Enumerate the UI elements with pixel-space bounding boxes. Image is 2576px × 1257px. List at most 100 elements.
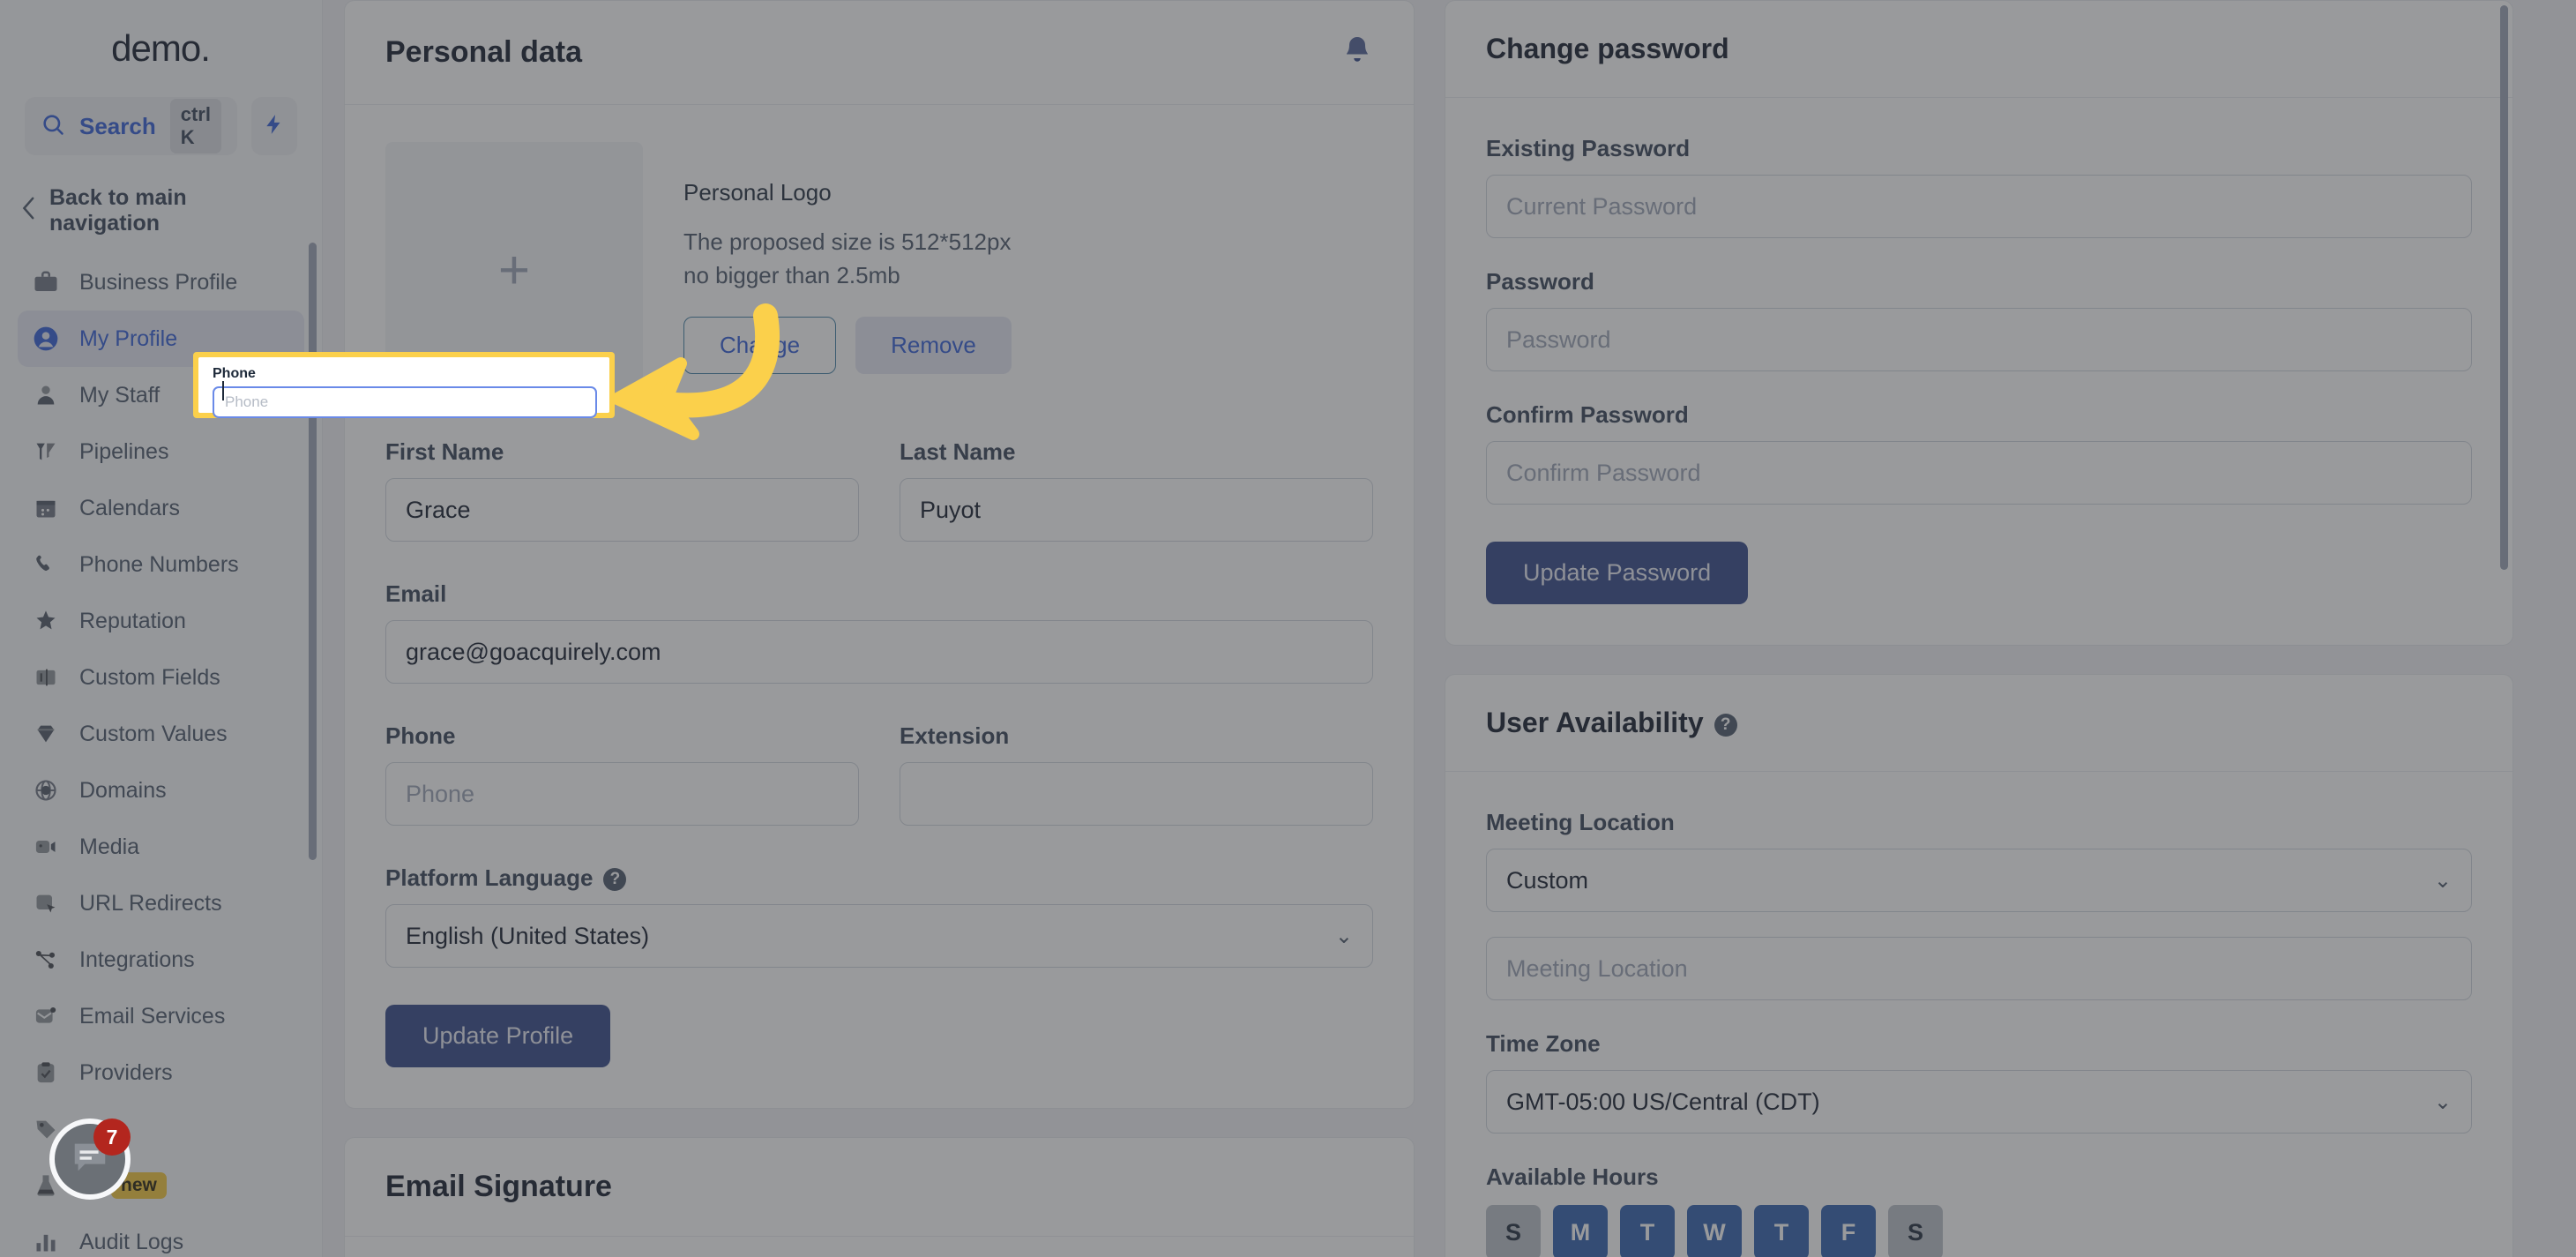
briefcase-icon bbox=[32, 268, 60, 296]
sidebar-scrollbar[interactable] bbox=[309, 243, 317, 860]
sidebar-item-integrations[interactable]: Integrations bbox=[18, 932, 304, 988]
sidebar-item-media[interactable]: Media bbox=[18, 819, 304, 875]
extension-field: Extension bbox=[900, 722, 1373, 826]
change-logo-button[interactable]: Change bbox=[683, 317, 837, 375]
existing-password-input[interactable] bbox=[1486, 175, 2472, 238]
star-icon bbox=[32, 607, 60, 635]
quick-actions-button[interactable] bbox=[250, 97, 297, 155]
brand-dot: . bbox=[200, 27, 211, 69]
platform-language-select[interactable]: English (United States) ⌄ bbox=[385, 904, 1373, 968]
sidebar-item-pipelines[interactable]: Pipelines bbox=[18, 423, 304, 480]
bell-icon[interactable] bbox=[1341, 33, 1373, 72]
person-icon bbox=[32, 381, 60, 409]
back-label: Back to main navigation bbox=[49, 185, 187, 236]
last-name-input[interactable] bbox=[900, 478, 1373, 542]
plus-icon: + bbox=[497, 240, 531, 301]
day-toggle-sunday[interactable]: S bbox=[1486, 1205, 1541, 1257]
update-password-button[interactable]: Update Password bbox=[1486, 542, 1749, 604]
brand-logo: demo. bbox=[0, 0, 322, 97]
sidebar-item-domains[interactable]: Domains bbox=[18, 762, 304, 819]
sidebar-item-providers[interactable]: Providers bbox=[18, 1044, 304, 1101]
email-input[interactable] bbox=[385, 620, 1373, 684]
confirm-password-input[interactable] bbox=[1486, 441, 2472, 505]
search-input[interactable]: Search ctrl K bbox=[25, 97, 237, 155]
search-row: Search ctrl K bbox=[0, 97, 322, 155]
left-column: Personal data + Personal Logo The propos… bbox=[344, 0, 1415, 1257]
email-signature-title: Email Signature bbox=[385, 1170, 612, 1203]
change-password-body: Existing Password Password Confirm Passw… bbox=[1445, 98, 2513, 645]
chevron-down-icon: ⌄ bbox=[1334, 924, 1353, 948]
day-toggle-tuesday[interactable]: T bbox=[1620, 1205, 1675, 1257]
sidebar-item-audit-logs[interactable]: Audit Logs bbox=[18, 1214, 304, 1257]
phone-input-focused[interactable] bbox=[213, 386, 597, 418]
phone-field: Phone bbox=[385, 722, 859, 826]
chat-unread-badge: 7 bbox=[93, 1119, 131, 1156]
help-icon[interactable]: ? bbox=[603, 868, 627, 892]
sidebar-item-custom-fields[interactable]: Custom Fields bbox=[18, 649, 304, 706]
sidebar-item-reputation[interactable]: Reputation bbox=[18, 593, 304, 649]
extension-input[interactable] bbox=[900, 762, 1373, 826]
phone-input[interactable] bbox=[385, 762, 859, 826]
time-zone-label: Time Zone bbox=[1486, 1030, 1601, 1057]
sidebar-item-label: URL Redirects bbox=[79, 890, 222, 916]
update-profile-button[interactable]: Update Profile bbox=[385, 1005, 611, 1067]
sidebar-item-label: Reputation bbox=[79, 608, 186, 633]
platform-language-row: Platform Language? English (United State… bbox=[385, 864, 1373, 968]
back-to-main-navigation[interactable]: Back to main navigation bbox=[0, 155, 322, 249]
new-password-label: Password bbox=[1486, 268, 1594, 295]
field-icon bbox=[32, 663, 60, 692]
search-label: Search bbox=[79, 112, 156, 139]
day-toggle-thursday[interactable]: T bbox=[1754, 1205, 1809, 1257]
sidebar-item-label: My Staff bbox=[79, 382, 161, 408]
sidebar-item-label: Media bbox=[79, 834, 140, 859]
personal-data-body: + Personal Logo The proposed size is 512… bbox=[345, 105, 1414, 1108]
sidebar-item-email-services[interactable]: Email Services bbox=[18, 988, 304, 1044]
sidebar-item-phone-numbers[interactable]: Phone Numbers bbox=[18, 536, 304, 593]
sidebar-item-label: Pipelines bbox=[79, 438, 169, 464]
page-scrollbar[interactable] bbox=[2500, 5, 2508, 570]
phone-label: Phone bbox=[385, 722, 456, 749]
first-name-input[interactable] bbox=[385, 478, 859, 542]
sidebar-item-label: Calendars bbox=[79, 495, 180, 520]
phone-label-highlighted: Phone bbox=[213, 366, 256, 381]
day-toggle-friday[interactable]: F bbox=[1821, 1205, 1876, 1257]
first-name-label: First Name bbox=[385, 438, 504, 465]
day-toggle-monday[interactable]: M bbox=[1553, 1205, 1608, 1257]
video-icon bbox=[32, 833, 60, 861]
time-zone-value: GMT-05:00 US/Central (CDT) bbox=[1506, 1088, 1820, 1115]
meeting-location-field: Meeting Location Custom ⌄ bbox=[1486, 809, 2472, 912]
day-toggle-wednesday[interactable]: W bbox=[1687, 1205, 1742, 1257]
phone-row: Phone Extension bbox=[385, 722, 1373, 826]
sidebar-item-business-profile[interactable]: Business Profile bbox=[18, 254, 304, 311]
email-field: Email bbox=[385, 580, 1373, 684]
email-signature-body: Enable Signature on All Outgoing Message… bbox=[345, 1237, 1414, 1257]
clipboard-check-icon bbox=[32, 1059, 60, 1087]
personal-data-card: Personal data + Personal Logo The propos… bbox=[344, 0, 1415, 1109]
email-signature-card: Email Signature Enable Signature on All … bbox=[344, 1137, 1415, 1257]
meeting-location-select[interactable]: Custom ⌄ bbox=[1486, 849, 2472, 912]
meeting-location-value: Custom bbox=[1506, 866, 1589, 894]
right-column: Change password Existing Password Passwo… bbox=[1445, 0, 2513, 1257]
personal-data-header: Personal data bbox=[345, 1, 1414, 105]
remove-logo-button[interactable]: Remove bbox=[855, 317, 1012, 375]
first-name-field: First Name bbox=[385, 438, 859, 542]
meeting-location-input[interactable] bbox=[1486, 937, 2472, 1000]
chevron-left-icon bbox=[21, 196, 37, 227]
new-password-input[interactable] bbox=[1486, 308, 2472, 371]
meeting-location-label: Meeting Location bbox=[1486, 809, 1675, 835]
sidebar-item-custom-values[interactable]: Custom Values bbox=[18, 706, 304, 762]
extension-label: Extension bbox=[900, 722, 1010, 749]
change-password-title: Change password bbox=[1486, 33, 1729, 64]
time-zone-select[interactable]: GMT-05:00 US/Central (CDT) ⌄ bbox=[1486, 1070, 2472, 1134]
name-fields-row: First Name Last Name bbox=[385, 438, 1373, 542]
sidebar-item-calendars[interactable]: Calendars bbox=[18, 480, 304, 536]
search-icon bbox=[41, 112, 65, 141]
help-icon[interactable]: ? bbox=[1714, 713, 1737, 737]
platform-language-field: Platform Language? English (United State… bbox=[385, 864, 1373, 968]
day-toggle-saturday[interactable]: S bbox=[1888, 1205, 1943, 1257]
chat-widget-button[interactable]: 7 bbox=[49, 1119, 131, 1200]
chevron-down-icon: ⌄ bbox=[2433, 868, 2452, 893]
last-name-field: Last Name bbox=[900, 438, 1373, 542]
sidebar-item-url-redirects[interactable]: URL Redirects bbox=[18, 875, 304, 932]
sidebar-item-label: Custom Values bbox=[79, 721, 228, 746]
